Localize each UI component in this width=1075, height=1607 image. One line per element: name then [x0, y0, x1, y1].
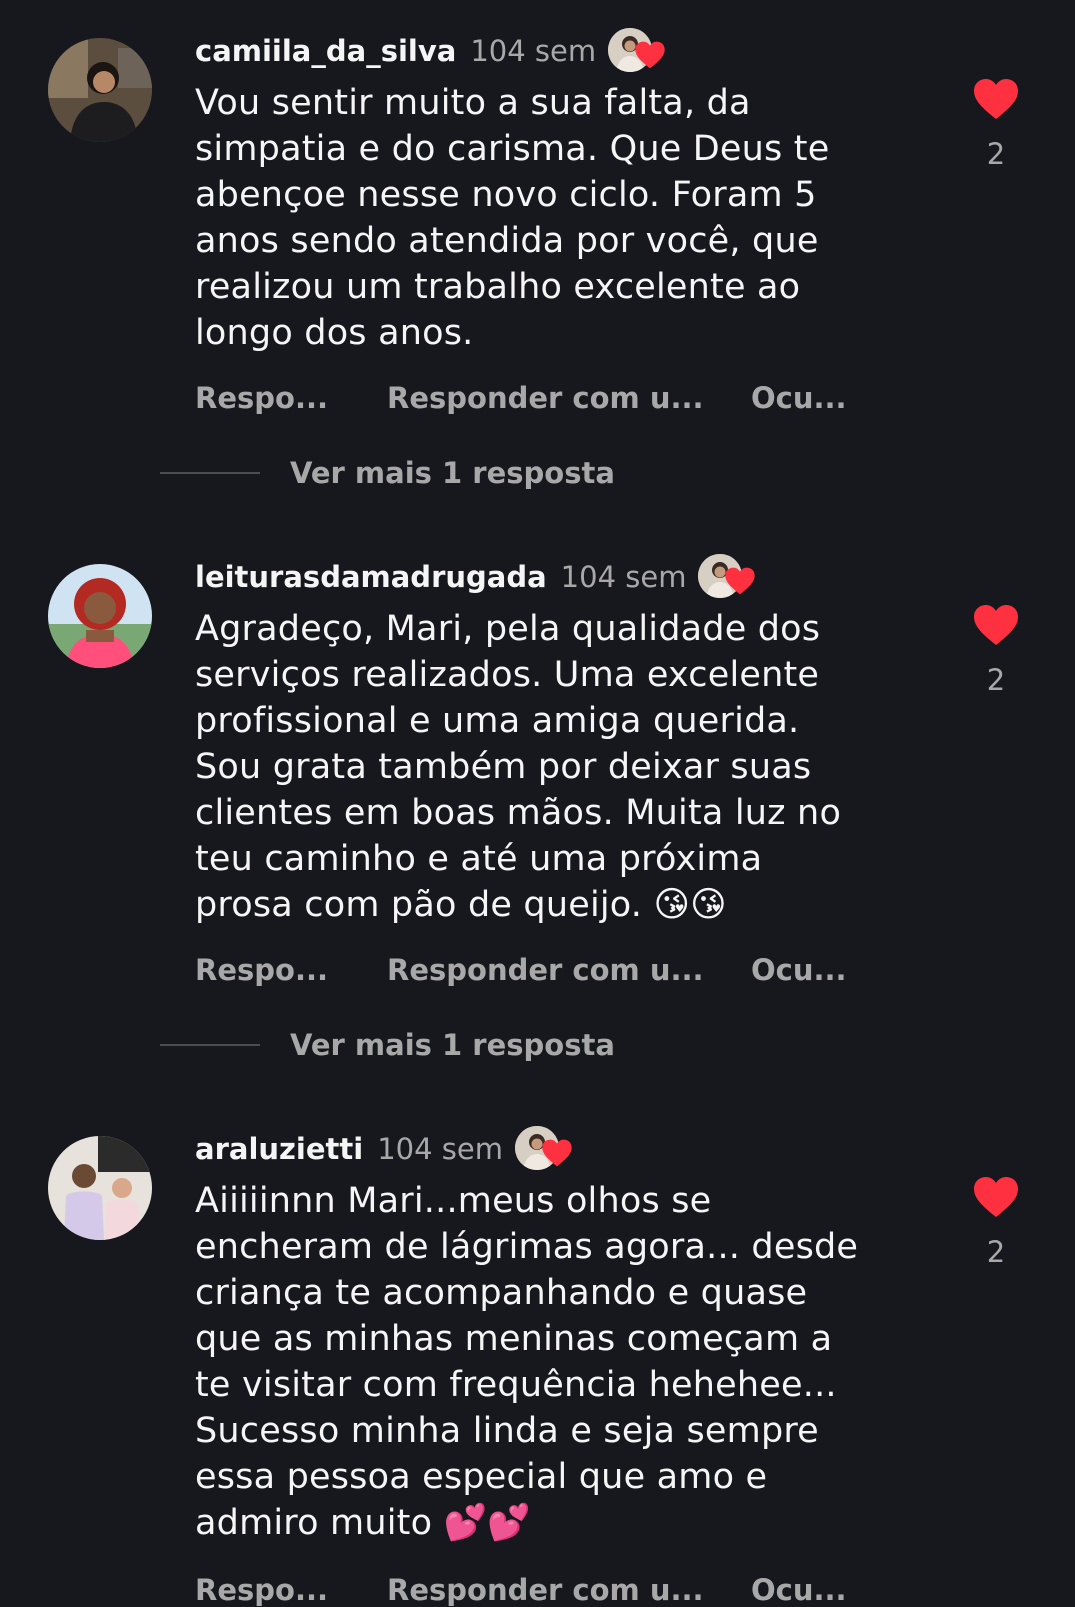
timestamp: 104 sem [470, 34, 597, 68]
reply-with-sticker-button[interactable]: Responder com u... [387, 1573, 751, 1607]
reply-button[interactable]: Respo... [195, 381, 387, 415]
heart-icon[interactable] [972, 1175, 1020, 1219]
comment-text: Vou sentir muito a sua falta, da simpati… [195, 83, 830, 353]
like-count: 2 [986, 137, 1006, 171]
hide-button[interactable]: Ocu... [751, 1573, 847, 1607]
like-button[interactable]: 2 [965, 77, 1027, 171]
hide-button[interactable]: Ocu... [751, 381, 847, 415]
comment-text: Agradeço, Mari, pela qualidade dos servi… [195, 609, 842, 925]
comment-actions: Respo... Responder com u... Ocu... [195, 953, 847, 987]
comment-actions: Respo... Responder com u... Ocu... [195, 1573, 847, 1607]
comment-meta: leiturasdamadrugada 104 sem [195, 551, 756, 603]
divider [160, 1044, 260, 1046]
view-more-replies[interactable]: Ver mais 1 resposta [160, 1028, 615, 1062]
reply-button[interactable]: Respo... [195, 953, 387, 987]
comment-text: Aiiiiinnn Mari...meus olhos se encheram … [195, 1181, 859, 1543]
username[interactable]: araluzietti [195, 1132, 363, 1166]
reply-with-sticker-button[interactable]: Responder com u... [387, 381, 751, 415]
comment-actions: Respo... Responder com u... Ocu... [195, 381, 847, 415]
heart-icon[interactable] [972, 77, 1020, 121]
view-more-replies-label[interactable]: Ver mais 1 resposta [290, 1028, 615, 1062]
heart-icon[interactable] [972, 603, 1020, 647]
avatar[interactable] [48, 38, 152, 142]
heart-icon [542, 1139, 572, 1167]
heart-icon [725, 567, 756, 595]
timestamp: 104 sem [377, 1132, 503, 1166]
like-button[interactable]: 2 [965, 1175, 1027, 1269]
username[interactable]: leiturasdamadrugada [195, 560, 547, 594]
view-more-replies[interactable]: Ver mais 1 resposta [160, 456, 615, 490]
liked-by-author-badge [514, 1126, 572, 1172]
view-more-replies-label[interactable]: Ver mais 1 resposta [290, 456, 615, 490]
timestamp: 104 sem [560, 560, 687, 594]
like-count: 2 [986, 663, 1006, 697]
liked-by-author-badge [698, 554, 756, 600]
liked-by-author-badge [608, 28, 665, 74]
comment-meta: araluzietti 104 sem [195, 1123, 572, 1175]
like-count: 2 [986, 1235, 1006, 1269]
comment-meta: camiila_da_silva 104 sem [195, 25, 665, 77]
avatar[interactable] [48, 564, 152, 668]
divider [160, 472, 260, 474]
avatar[interactable] [48, 1136, 152, 1240]
heart-icon [635, 41, 665, 69]
username[interactable]: camiila_da_silva [195, 34, 456, 68]
hide-button[interactable]: Ocu... [751, 953, 847, 987]
like-button[interactable]: 2 [965, 603, 1027, 697]
reply-with-sticker-button[interactable]: Responder com u... [387, 953, 751, 987]
reply-button[interactable]: Respo... [195, 1573, 387, 1607]
